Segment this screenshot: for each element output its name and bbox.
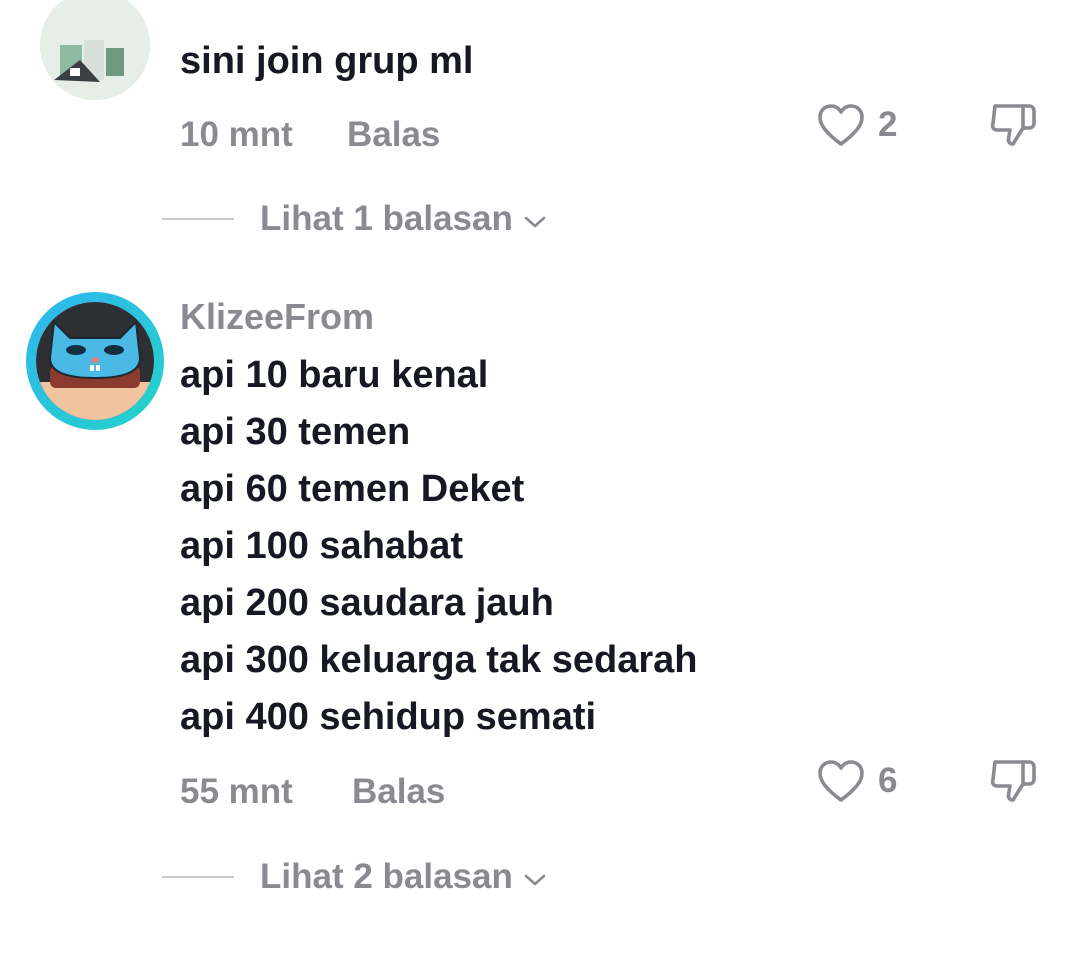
comment-line: api 100 sahabat bbox=[180, 525, 464, 567]
chevron-down-icon bbox=[524, 874, 546, 886]
avatar-image bbox=[36, 302, 154, 420]
like-button[interactable] bbox=[813, 97, 869, 153]
chevron-down-icon bbox=[524, 216, 546, 228]
comment-line: api 200 saudara jauh bbox=[180, 582, 554, 624]
thumbs-down-outline-icon bbox=[990, 760, 1036, 802]
view-replies-label: Lihat 1 balasan bbox=[260, 199, 513, 238]
like-button[interactable] bbox=[813, 753, 869, 809]
comment-line: api 30 temen bbox=[180, 411, 411, 453]
comment-line: api 300 keluarga tak sedarah bbox=[180, 639, 698, 681]
view-replies-button[interactable]: Lihat 2 balasan bbox=[162, 857, 547, 897]
comment-timestamp: 55 mnt bbox=[180, 772, 293, 811]
view-replies-label: Lihat 2 balasan bbox=[260, 857, 513, 896]
heart-outline-icon bbox=[818, 104, 864, 146]
avatar-image bbox=[40, 0, 150, 100]
reply-button[interactable]: Balas bbox=[352, 772, 445, 812]
like-count: 2 bbox=[878, 105, 898, 144]
reply-button[interactable]: Balas bbox=[347, 115, 440, 155]
dislike-button[interactable] bbox=[986, 97, 1042, 153]
comment-line: api 10 baru kenal bbox=[180, 354, 489, 396]
comment-username[interactable]: KlizeeFrom bbox=[180, 297, 374, 337]
replies-divider bbox=[162, 218, 234, 220]
comment-timestamp: 10 mnt bbox=[180, 115, 293, 154]
thumbs-down-outline-icon bbox=[990, 104, 1036, 146]
comment-line: api 60 temen Deket bbox=[180, 468, 525, 510]
comment-text: sini join grup ml bbox=[180, 40, 474, 82]
comment-line: api 400 sehidup semati bbox=[180, 696, 597, 738]
view-replies-button[interactable]: Lihat 1 balasan bbox=[162, 199, 547, 239]
like-count: 6 bbox=[878, 761, 898, 800]
dislike-button[interactable] bbox=[986, 753, 1042, 809]
heart-outline-icon bbox=[818, 760, 864, 802]
replies-divider bbox=[162, 876, 234, 878]
commenter-avatar[interactable] bbox=[36, 302, 154, 420]
commenter-avatar[interactable] bbox=[40, 0, 150, 100]
